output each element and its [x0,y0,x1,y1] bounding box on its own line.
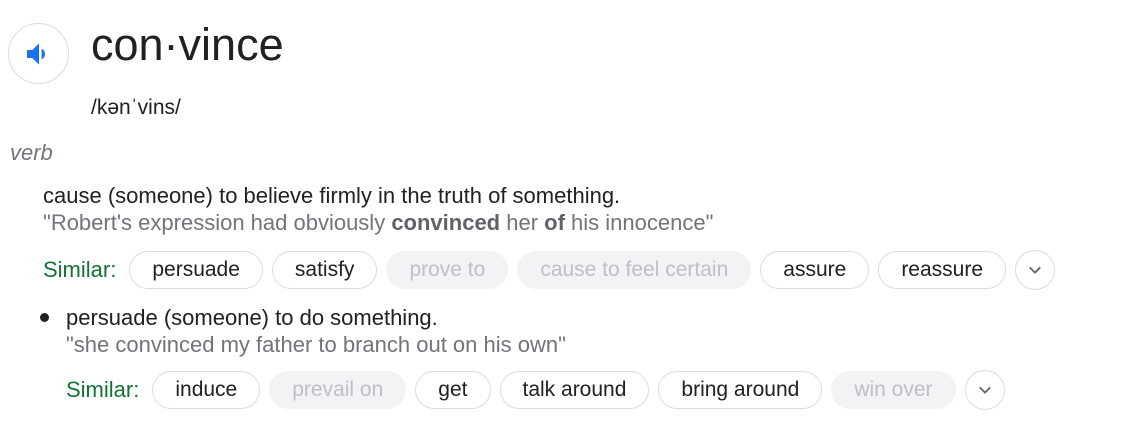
bullet-marker [40,313,49,322]
part-of-speech: verb [10,140,53,165]
similar-chip-persuade[interactable]: persuade [129,251,263,289]
example-1-close-quote: " [705,210,714,235]
similar-label: Similar: [43,257,117,282]
chevron-down-icon [1029,266,1041,274]
example-1-open-quote: " [43,210,51,235]
example-1-text-b: her [500,210,545,235]
headword: con·vince [91,19,284,70]
similar-chip-cause-to-feel-certain: cause to feel certain [517,251,752,289]
similar-chip-win-over: win over [831,371,956,409]
expand-similar-button[interactable] [964,370,1005,410]
speaker-button[interactable] [8,23,69,84]
chevron-down-icon [978,386,991,394]
expand-similar-button[interactable] [1015,250,1056,290]
phonetic-spelling: /kənˈvins/ [91,96,181,119]
example-1: "Robert's expression had obviously convi… [43,209,713,237]
similar-chip-assure[interactable]: assure [760,251,870,289]
example-1-text-a: Robert's expression had obviously [50,210,392,235]
similar-chip-induce[interactable]: induce [152,371,261,409]
similar-chip-talk-around[interactable]: talk around [499,371,650,409]
similar-row-2: Similar: induce prevail on get talk arou… [66,369,1005,411]
example-1-bold-of: of [544,210,565,235]
similar-label: Similar: [66,377,140,402]
similar-chip-prove-to: prove to [386,251,509,289]
definition-1: cause (someone) to believe firmly in the… [43,183,621,208]
volume-up-icon [26,42,45,65]
similar-chip-satisfy[interactable]: satisfy [271,251,378,289]
similar-chip-get[interactable]: get [415,371,491,409]
similar-chip-prevail-on: prevail on [269,371,407,409]
similar-chip-reassure[interactable]: reassure [878,251,1007,289]
example-1-bold-convinced: convinced [391,210,501,235]
similar-chip-bring-around[interactable]: bring around [658,371,823,409]
example-1-text-c: his innocence [564,210,706,235]
definition-2: persuade (someone) to do something. [66,305,438,330]
example-2: "she convinced my father to branch out o… [66,332,566,357]
similar-row-1: Similar: persuade satisfy prove to cause… [43,249,1056,291]
